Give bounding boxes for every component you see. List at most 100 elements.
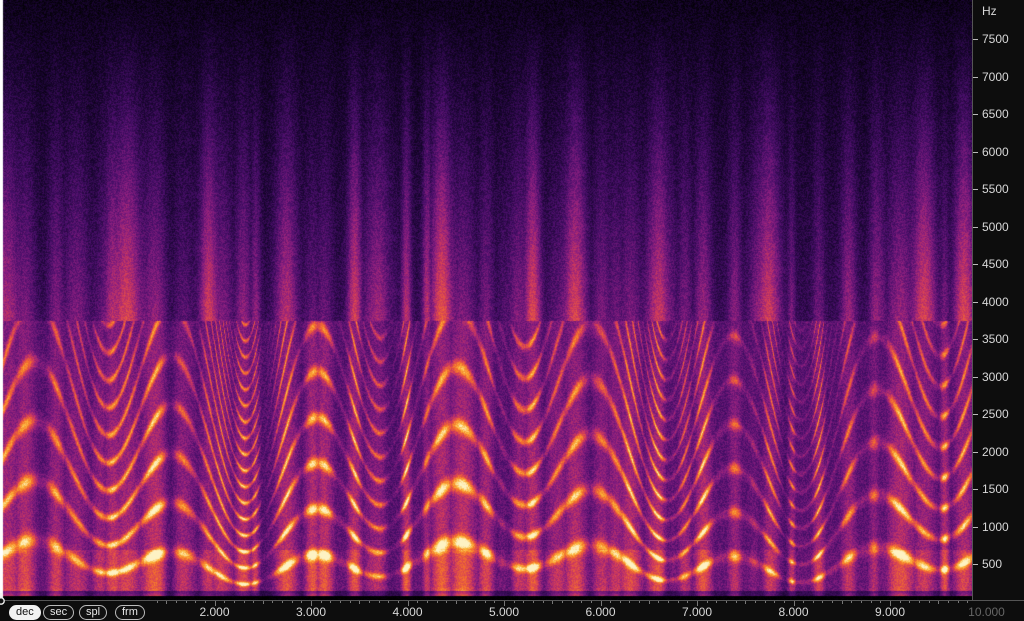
frequency-tick-mark (973, 39, 978, 40)
time-minor-tick (175, 601, 177, 603)
time-minor-tick (861, 601, 862, 603)
time-minor-tick (880, 601, 882, 603)
frequency-tick-mark (973, 526, 978, 528)
frequency-tick-label: 5000 (982, 219, 1009, 234)
unit-button-sec[interactable]: sec (43, 605, 75, 620)
frequency-tick-mark (973, 114, 978, 115)
time-minor-tick (195, 601, 197, 603)
time-tick-label: 3.000 (295, 605, 327, 619)
time-minor-tick (677, 601, 679, 603)
time-minor-tick (301, 601, 303, 603)
time-minor-tick (484, 601, 486, 603)
time-minor-tick (783, 601, 785, 603)
time-tick-label: 8.000 (778, 605, 809, 619)
frequency-tick-label: 6000 (982, 144, 1009, 159)
frequency-tick-mark (973, 301, 978, 303)
frequency-tick-mark (973, 226, 978, 228)
time-minor-tick (851, 601, 853, 603)
time-end-label: 10.000 (968, 605, 1005, 619)
time-axis: 2.000 3.000 4.000 5.000 6.000 7.000 8.000 9.000… (0, 600, 1024, 621)
time-minor-tick (928, 601, 930, 603)
frequency-tick-label: 2500 (982, 407, 1009, 421)
time-minor-tick (561, 601, 563, 603)
frequency-tick-mark (973, 414, 978, 415)
time-minor-tick (349, 601, 351, 603)
time-minor-tick (233, 601, 235, 603)
time-minor-tick (870, 601, 872, 603)
time-minor-tick (754, 601, 756, 603)
frequency-tick-label: 1000 (982, 519, 1009, 534)
time-minor-tick (774, 601, 776, 603)
time-minor-tick (320, 601, 322, 603)
time-minor-tick (803, 601, 805, 603)
time-minor-tick (745, 601, 747, 604)
frequency-tick-label: 500 (982, 557, 1003, 571)
unit-button-dec[interactable]: dec (9, 605, 41, 620)
frequency-tick-mark (973, 151, 978, 153)
frequency-tick-mark (973, 564, 978, 565)
time-minor-tick (446, 601, 448, 603)
time-tick-label: 4.000 (392, 605, 423, 619)
time-minor-tick (243, 601, 245, 603)
frequency-tick-label: 1500 (982, 482, 1009, 496)
frequency-tick-label: 7500 (982, 32, 1009, 46)
time-minor-tick (359, 601, 361, 604)
time-minor-tick (706, 601, 708, 603)
frequency-tick-label: 3000 (982, 369, 1009, 384)
frequency-tick-label: 3500 (982, 332, 1009, 346)
time-minor-tick (716, 601, 718, 603)
frequency-tick-mark (973, 489, 978, 490)
time-minor-tick (938, 601, 940, 604)
time-minor-tick (967, 601, 969, 603)
time-minor-tick (581, 601, 583, 603)
playhead-marker-icon[interactable] (0, 593, 5, 605)
time-minor-tick (224, 601, 226, 603)
time-minor-tick (735, 601, 737, 603)
time-minor-tick (291, 601, 293, 603)
time-minor-tick (841, 601, 843, 604)
time-minor-tick (899, 601, 901, 603)
frequency-tick-label: 2000 (982, 444, 1009, 459)
time-minor-tick (204, 601, 206, 603)
time-minor-tick (156, 601, 158, 603)
unit-button-frm[interactable]: frm (115, 605, 145, 620)
time-minor-tick (639, 601, 641, 603)
frequency-tick-mark (973, 264, 978, 265)
time-minor-tick (918, 601, 920, 603)
time-minor-tick (368, 601, 370, 603)
frequency-tick-label: 4000 (982, 294, 1009, 309)
spectrogram-view[interactable] (0, 0, 972, 600)
time-minor-tick (629, 601, 631, 603)
time-minor-tick (658, 601, 660, 603)
time-minor-tick (590, 601, 592, 603)
time-minor-tick (957, 601, 959, 603)
frequency-tick-mark (973, 339, 978, 340)
time-minor-tick (185, 601, 187, 603)
frequency-tick-mark (973, 376, 978, 378)
time-minor-tick (262, 601, 264, 604)
time-minor-tick (947, 601, 949, 603)
time-minor-tick (571, 601, 573, 603)
time-minor-tick (340, 601, 341, 603)
time-minor-tick (417, 601, 419, 603)
frequency-unit-label: Hz (982, 4, 997, 18)
time-minor-tick (397, 601, 399, 603)
time-minor-tick (610, 601, 612, 603)
time-tick-label: 2.000 (199, 605, 230, 619)
time-minor-tick (523, 601, 525, 603)
time-minor-tick (552, 601, 554, 604)
time-minor-tick (378, 601, 380, 603)
time-minor-tick (166, 601, 168, 604)
time-minor-tick (542, 601, 544, 603)
time-minor-tick (330, 601, 332, 603)
time-minor-tick (253, 601, 255, 603)
time-minor-tick (668, 601, 669, 603)
frequency-tick-mark (973, 189, 978, 190)
frequency-tick-label: 4500 (982, 257, 1009, 271)
time-tick-label: 9.000 (874, 605, 906, 619)
time-minor-tick (455, 601, 457, 604)
frequency-tick-mark (973, 451, 978, 453)
time-minor-tick (832, 601, 834, 603)
unit-button-spl[interactable]: spl (79, 605, 108, 620)
time-minor-tick (619, 601, 621, 603)
